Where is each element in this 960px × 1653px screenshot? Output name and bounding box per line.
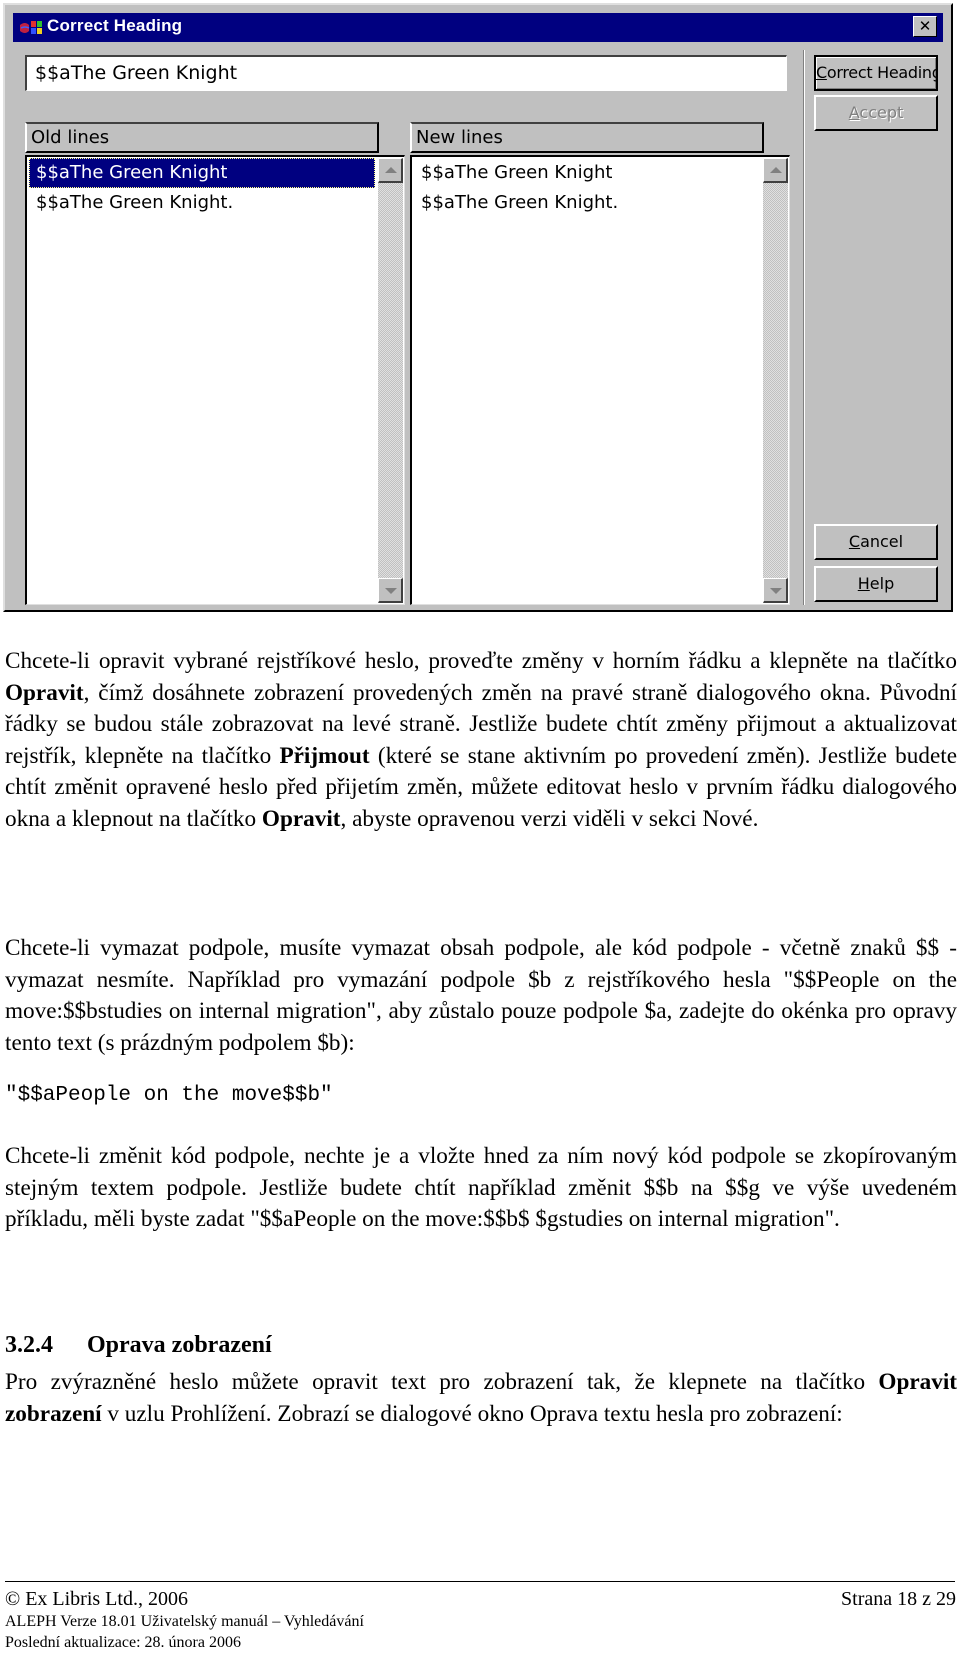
old-lines-listbox[interactable]: $$aThe Green Knight $$aThe Green Knight. — [25, 155, 405, 605]
bold-term: Přijmout — [279, 742, 370, 769]
paragraph-change-subfield: Chcete-li změnit kód podpole, nechte je … — [5, 1143, 957, 1233]
new-lines-listbox[interactable]: $$aThe Green Knight $$aThe Green Knight. — [410, 155, 790, 605]
new-lines-header: New lines — [410, 122, 764, 153]
dialog-title: Correct Heading — [47, 16, 183, 35]
footer-page-number: Strana 18 z 29 — [841, 1588, 956, 1610]
dialog-titlebar[interactable]: Correct Heading ✕ — [13, 13, 943, 42]
scroll-down-button[interactable] — [378, 578, 403, 603]
old-lines-item[interactable]: $$aThe Green Knight — [29, 158, 375, 188]
bold-term: Opravit — [5, 679, 84, 706]
scroll-up-button[interactable] — [378, 158, 403, 183]
arrow-down-icon — [385, 588, 397, 594]
footer-last-updated: Poslední aktualizace: 28. února 2006 — [5, 1634, 241, 1651]
arrow-up-icon — [385, 167, 397, 173]
new-lines-item[interactable]: $$aThe Green Knight — [414, 158, 760, 188]
section-heading: 3.2.4 Oprava zobrazení — [5, 1330, 272, 1360]
scroll-down-button[interactable] — [763, 578, 788, 603]
correct-heading-button[interactable]: Correct Heading — [814, 55, 938, 91]
vertical-separator — [803, 50, 805, 605]
new-lines-item[interactable]: $$aThe Green Knight. — [414, 188, 760, 218]
old-lines-header: Old lines — [25, 122, 379, 153]
close-icon: ✕ — [918, 17, 932, 35]
code-example: "$$aPeople on the move$$b" — [5, 1084, 333, 1107]
old-lines-item[interactable]: $$aThe Green Knight. — [29, 188, 375, 218]
footer-copyright: © Ex Libris Ltd., 2006 — [5, 1588, 188, 1610]
arrow-down-icon — [770, 588, 782, 594]
arrow-up-icon — [770, 167, 782, 173]
close-button[interactable]: ✕ — [913, 16, 937, 37]
section-title: Oprava zobrazení — [87, 1332, 272, 1358]
correct-heading-dialog: Correct Heading ✕ $$aThe Green Knight Ol… — [3, 3, 953, 612]
accept-button[interactable]: Accept — [814, 95, 938, 131]
paragraph-delete-subfield: Chcete-li vymazat podpole, musíte vymaza… — [5, 935, 957, 1056]
bold-term: Opravit — [261, 805, 341, 832]
new-lines-scrollbar[interactable] — [763, 158, 788, 603]
app-icon — [20, 21, 42, 34]
footer-manual-title: ALEPH Verze 18.01 Uživatelský manuál – V… — [5, 1613, 364, 1630]
help-button[interactable]: Help — [814, 566, 938, 602]
footer-divider — [5, 1581, 955, 1582]
paragraph-display-correction: Pro zvýrazněné heslo můžete opravit text… — [5, 1369, 957, 1427]
cancel-button[interactable]: Cancel — [814, 524, 938, 560]
scroll-up-button[interactable] — [763, 158, 788, 183]
heading-input[interactable]: $$aThe Green Knight — [25, 55, 787, 91]
section-number: 3.2.4 — [5, 1332, 53, 1358]
paragraph-correct-heading: Chcete-li opravit vybrané rejstříkové he… — [5, 648, 957, 832]
old-lines-scrollbar[interactable] — [378, 158, 403, 603]
